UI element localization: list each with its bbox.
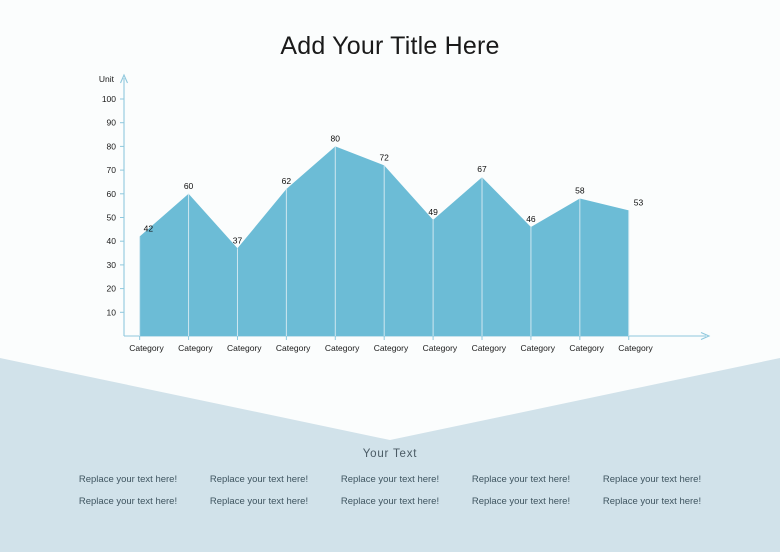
footer-row: Replace your text here! Replace your text…: [0, 496, 780, 507]
x-axis-category-label: Category: [325, 343, 360, 353]
footer-text-item: Replace your text here!: [78, 474, 178, 485]
footer-text-item: Replace your text here!: [78, 496, 178, 507]
footer-text-item: Replace your text here!: [471, 474, 571, 485]
data-point-label: 67: [477, 164, 487, 174]
footer-text-item: Replace your text here!: [602, 496, 702, 507]
data-point-label: 42: [144, 223, 154, 233]
slide-canvas: Add Your Title Here Unit 10 20 30 40 50 60 70 80…: [0, 0, 780, 552]
x-axis-category-label: Category: [374, 343, 409, 353]
data-point-label: 80: [331, 133, 341, 143]
data-point-label: 37: [233, 235, 243, 245]
data-point-label: 53: [634, 197, 644, 207]
footer-text-item: Replace your text here!: [471, 496, 571, 507]
data-point-label: 46: [526, 214, 536, 224]
data-point-label: 58: [575, 186, 585, 196]
y-axis-tick-label: 90: [107, 118, 117, 128]
y-axis-tick-label: 60: [107, 189, 117, 199]
y-axis-tick-label: 30: [107, 260, 117, 270]
data-point-label: 72: [379, 152, 389, 162]
page-title: Add Your Title Here: [280, 32, 500, 60]
y-axis-tick-label: 50: [107, 213, 117, 223]
x-axis-category-label: Category: [129, 343, 164, 353]
x-axis-category-label: Category: [227, 343, 262, 353]
y-axis-tick-label: 70: [107, 165, 117, 175]
footer-text-item: Replace your text here!: [602, 474, 702, 485]
footer-heading: Your Text: [362, 448, 418, 460]
data-point-label: 60: [184, 181, 194, 191]
x-axis-category-label: Category: [276, 343, 311, 353]
x-axis-category-label: Category: [618, 343, 653, 353]
footer-text-item: Replace your text here!: [340, 496, 440, 507]
y-axis-tick-label: 20: [107, 284, 117, 294]
y-axis-unit-label: Unit: [99, 74, 115, 84]
x-axis-category-label: Category: [423, 343, 458, 353]
footer-text-item: Replace your text here!: [209, 474, 309, 485]
x-axis-category-label: Category: [569, 343, 604, 353]
x-axis-category-label: Category: [520, 343, 555, 353]
footer-row: Replace your text here! Replace your text…: [0, 474, 780, 485]
footer-text-item: Replace your text here!: [209, 496, 309, 507]
footer-text-block: Your Text Replace your text here! Replace…: [0, 448, 780, 518]
x-axis-category-label: Category: [472, 343, 507, 353]
data-point-label: 49: [428, 207, 438, 217]
y-axis-tick-label: 100: [102, 94, 116, 104]
data-point-label: 62: [282, 176, 292, 186]
x-axis-category-label: Category: [178, 343, 213, 353]
y-axis-tick-label: 80: [107, 141, 117, 151]
y-axis-tick-label: 10: [107, 307, 117, 317]
footer-text-item: Replace your text here!: [340, 474, 440, 485]
y-axis-tick-label: 40: [107, 236, 117, 246]
